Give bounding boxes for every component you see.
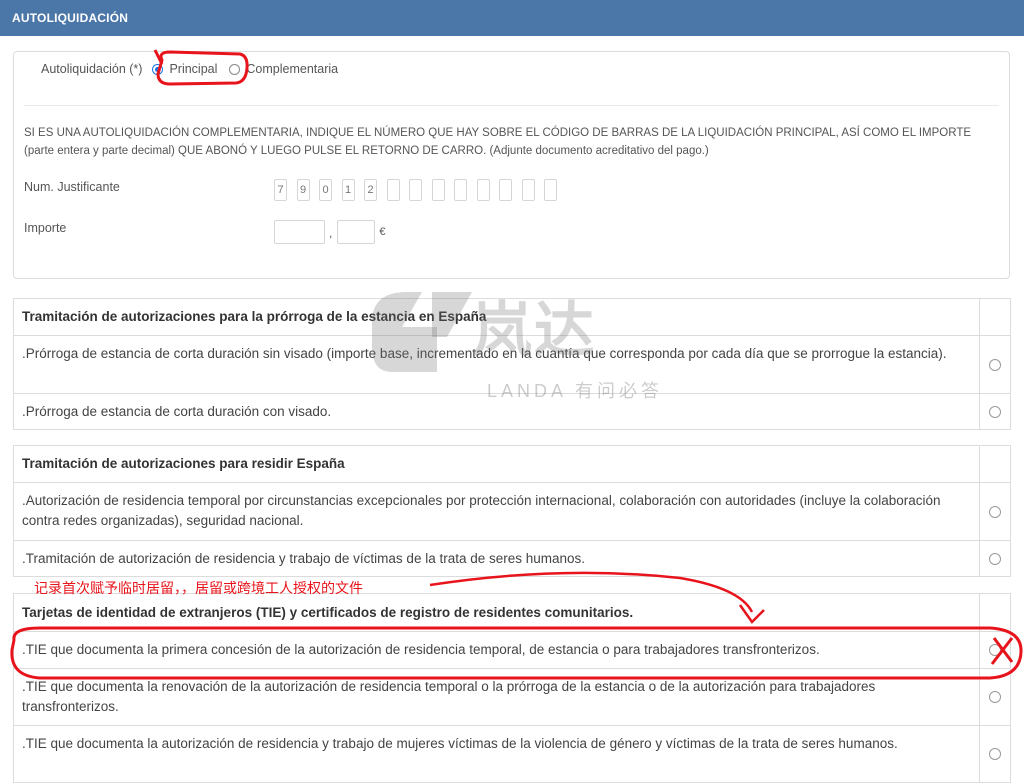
table-title: Tarjetas de identidad de extranjeros (TI… xyxy=(14,594,981,631)
row-text: .Autorización de residencia temporal por… xyxy=(14,483,981,540)
digit-input[interactable] xyxy=(386,179,400,201)
row-radio[interactable] xyxy=(989,748,1002,760)
table-row[interactable]: .Tramitación de autorización de residenc… xyxy=(14,540,1010,576)
table-row[interactable]: .Prórroga de estancia de corta duración … xyxy=(14,335,1010,393)
row-radio[interactable] xyxy=(989,405,1002,418)
panel-divider xyxy=(24,105,999,106)
decimal-separator: , xyxy=(329,226,333,240)
digit-input[interactable] xyxy=(521,179,535,201)
table-title: Tramitación de autorizaciones para la pr… xyxy=(14,299,981,335)
digit-input[interactable] xyxy=(454,179,467,201)
row-text: .TIE que documenta la renovación de la a… xyxy=(14,669,981,725)
row-radio[interactable] xyxy=(989,358,1002,371)
table-header-cell xyxy=(980,299,1010,335)
table-header-row: Tarjetas de identidad de extranjeros (TI… xyxy=(14,594,1010,631)
radio-circle-principal[interactable] xyxy=(152,63,164,75)
num-justificante-label: Num. Justificante xyxy=(24,180,120,194)
section-title: AUTOLIQUIDACIÓN xyxy=(12,11,129,25)
row-text: .TIE que documenta la primera concesión … xyxy=(14,632,981,668)
digit-input[interactable]: 0 xyxy=(319,179,332,201)
row-text: .TIE que documenta la autorización de re… xyxy=(14,726,981,782)
table-row[interactable]: .TIE que documenta la autorización de re… xyxy=(14,725,1010,782)
importe-entero-input[interactable] xyxy=(274,220,325,244)
digit-input[interactable]: 1 xyxy=(341,179,355,201)
row-radio[interactable] xyxy=(989,691,1002,703)
annotation-note: 记录首次赋予临时居留，，居留或跨境工人授权的文件 xyxy=(34,581,363,597)
digit-input[interactable]: 7 xyxy=(274,179,287,201)
currency-symbol: € xyxy=(379,226,386,238)
digit-input[interactable] xyxy=(409,179,422,201)
digit-input[interactable]: 2 xyxy=(364,179,377,201)
digit-input[interactable]: 9 xyxy=(296,179,310,201)
autoliquidacion-type-row: Autoliquidación (*) Principal Complement… xyxy=(41,60,344,78)
row-text: .Prórroga de estancia de corta duración … xyxy=(14,394,981,429)
importe-label: Importe xyxy=(24,221,67,235)
autoliquidacion-panel: Autoliquidación (*) Principal Complement… xyxy=(13,51,1010,279)
table-row[interactable]: .TIE que documenta la renovación de la a… xyxy=(14,668,1010,725)
table-title: Tramitación de autorizaciones para resid… xyxy=(14,446,981,482)
table-tie: Tarjetas de identidad de extranjeros (TI… xyxy=(13,593,1011,783)
table-row[interactable]: .TIE que documenta la primera concesión … xyxy=(14,631,1010,668)
digit-input[interactable] xyxy=(476,179,490,201)
radio-circle-complementaria[interactable] xyxy=(229,63,241,75)
table-row[interactable]: .Prórroga de estancia de corta duración … xyxy=(14,393,1010,429)
radio-complementaria-label: Complementaria xyxy=(246,62,339,76)
table-prorroga: Tramitación de autorizaciones para la pr… xyxy=(13,298,1011,430)
row-text: .Prórroga de estancia de corta duración … xyxy=(14,336,981,393)
radio-complementaria[interactable]: Complementaria xyxy=(229,62,338,76)
row-text: .Tramitación de autorización de residenc… xyxy=(14,541,981,576)
digit-input[interactable] xyxy=(431,179,445,201)
importe-decimal-input[interactable] xyxy=(337,220,376,244)
digit-input[interactable] xyxy=(544,179,557,201)
radio-principal-label: Principal xyxy=(169,62,218,76)
table-residir: Tramitación de autorizaciones para resid… xyxy=(13,445,1011,577)
radio-principal[interactable]: Principal xyxy=(152,62,217,76)
section-header: AUTOLIQUIDACIÓN xyxy=(0,0,1024,36)
table-row[interactable]: .Autorización de residencia temporal por… xyxy=(14,482,1010,540)
table-header-row: Tramitación de autorizaciones para resid… xyxy=(14,446,1010,482)
digit-input[interactable] xyxy=(499,179,512,201)
autoliquidacion-label: Autoliquidación (*) xyxy=(41,62,143,76)
instructions-text: SI ES UNA AUTOLIQUIDACIÓN COMPLEMENTARIA… xyxy=(24,127,972,157)
importe-row: , € xyxy=(274,220,385,244)
row-radio[interactable] xyxy=(989,505,1002,518)
row-radio[interactable] xyxy=(989,644,1002,656)
row-radio[interactable] xyxy=(989,552,1002,565)
table-header-row: Tramitación de autorizaciones para la pr… xyxy=(14,299,1010,335)
table-header-cell xyxy=(980,594,1010,631)
num-justificante-digits: 7 9 0 1 2 xyxy=(274,179,567,201)
table-header-cell xyxy=(980,446,1010,482)
